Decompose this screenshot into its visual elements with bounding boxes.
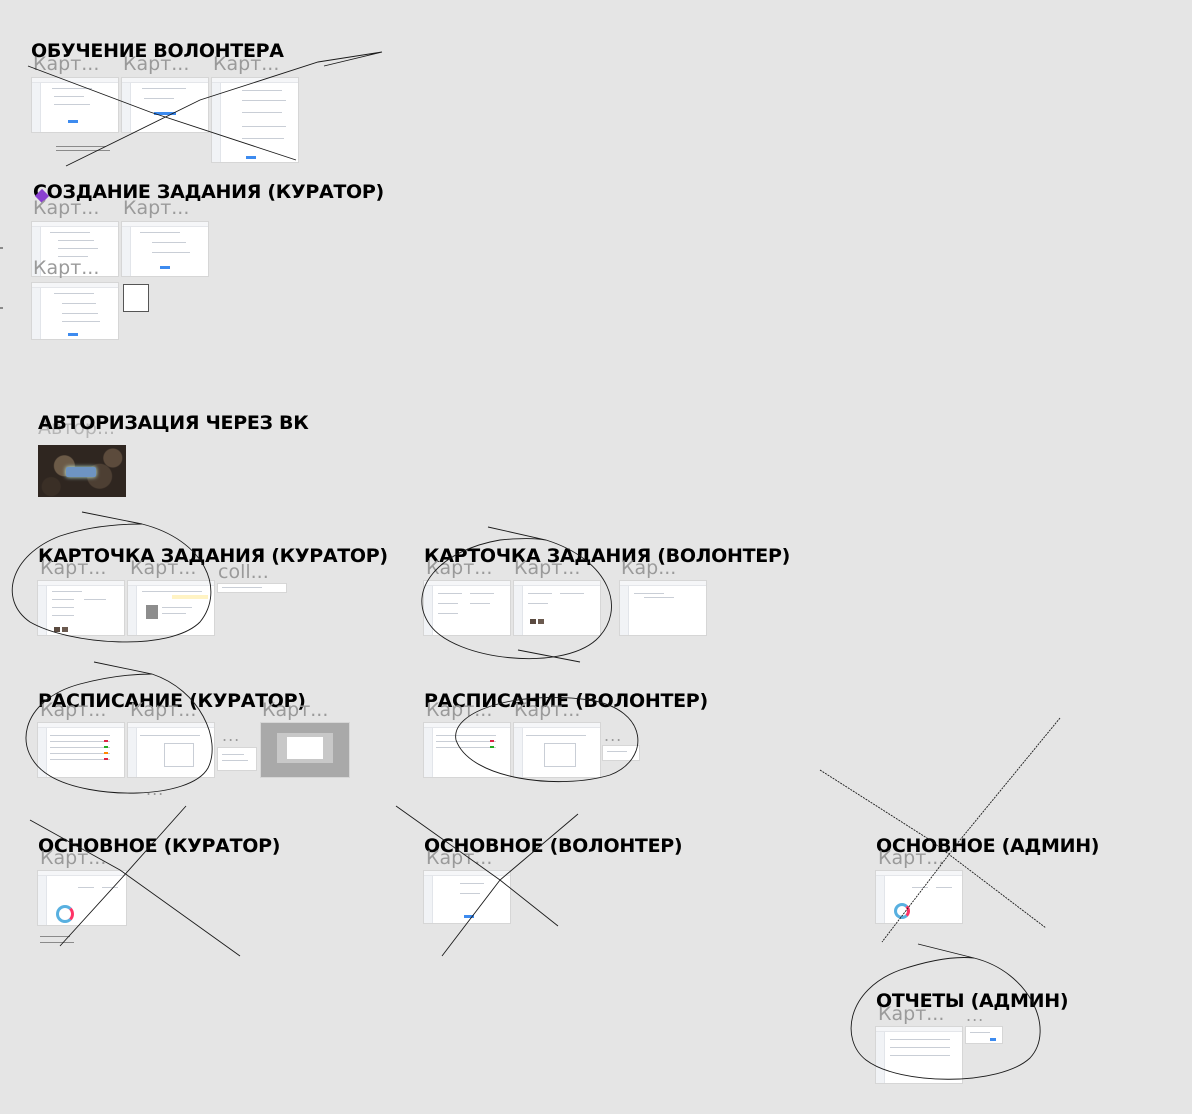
- sketch-note: [56, 146, 106, 147]
- frame-label[interactable]: Карт...: [33, 54, 99, 74]
- overflow-indicator[interactable]: ...: [146, 780, 164, 799]
- frame-thumbnail[interactable]: [876, 871, 962, 923]
- frame-thumbnail[interactable]: [212, 78, 298, 162]
- popup-thumbnail[interactable]: [123, 284, 149, 312]
- popup-thumbnail[interactable]: [966, 1027, 1002, 1043]
- sketch-note: [40, 942, 74, 943]
- frame-thumbnail[interactable]: [876, 1027, 962, 1083]
- frame-label[interactable]: Карт...: [514, 700, 580, 720]
- section-title-vk-auth: АВТОРИЗАЦИЯ ЧЕРЕЗ ВК: [38, 412, 309, 434]
- frame-thumbnail[interactable]: [38, 723, 124, 777]
- frame-thumbnail[interactable]: [424, 581, 510, 635]
- frame-thumbnail[interactable]: [514, 581, 600, 635]
- frame-label[interactable]: Карт...: [123, 198, 189, 218]
- frame-thumbnail[interactable]: [38, 871, 126, 925]
- frame-thumbnail[interactable]: [620, 581, 706, 635]
- frame-thumbnail[interactable]: [261, 723, 349, 777]
- sketch-note: [40, 936, 70, 937]
- frame-label[interactable]: Карт...: [33, 258, 99, 278]
- vk-login-button: [66, 467, 96, 477]
- frame-label[interactable]: Карт...: [40, 558, 106, 578]
- frame-label[interactable]: Карт...: [426, 700, 492, 720]
- frame-label[interactable]: Кар...: [621, 558, 676, 578]
- frame-thumbnail[interactable]: [128, 723, 214, 777]
- frame-thumbnail[interactable]: [424, 723, 510, 777]
- frame-thumbnail[interactable]: [38, 445, 126, 497]
- frame-thumbnail[interactable]: [128, 581, 214, 635]
- frame-thumbnail[interactable]: [424, 871, 510, 923]
- overflow-indicator[interactable]: ...: [604, 726, 622, 745]
- sketch-note: [56, 150, 110, 151]
- frame-label[interactable]: Карт...: [878, 1004, 944, 1024]
- frame-thumbnail[interactable]: [514, 723, 600, 777]
- frame-label[interactable]: Карт...: [40, 700, 106, 720]
- frame-label[interactable]: coll...: [218, 562, 269, 582]
- frame-label[interactable]: Карт...: [426, 848, 492, 868]
- frame-label[interactable]: Карт...: [426, 558, 492, 578]
- frame-label[interactable]: Карт...: [123, 54, 189, 74]
- sketch-stroke: [517, 649, 581, 663]
- overflow-indicator[interactable]: ...: [966, 1006, 984, 1025]
- frame-thumbnail[interactable]: [32, 283, 118, 339]
- frame-label[interactable]: Карт...: [262, 700, 328, 720]
- frame-label[interactable]: Карт...: [213, 54, 279, 74]
- overflow-indicator[interactable]: ...: [222, 726, 240, 745]
- component-thumbnail[interactable]: [218, 584, 286, 592]
- popup-thumbnail[interactable]: [218, 748, 256, 770]
- frame-label[interactable]: Карт...: [514, 558, 580, 578]
- frame-thumbnail[interactable]: [32, 78, 118, 132]
- frame-label[interactable]: Карт...: [878, 848, 944, 868]
- frame-label[interactable]: Карт...: [130, 700, 196, 720]
- frame-label[interactable]: Карт...: [33, 198, 99, 218]
- frame-thumbnail[interactable]: [122, 222, 208, 276]
- popup-thumbnail[interactable]: [603, 746, 639, 760]
- frame-label[interactable]: Карт...: [130, 558, 196, 578]
- frame-thumbnail[interactable]: [38, 581, 124, 635]
- frame-label[interactable]: Карт...: [40, 848, 106, 868]
- frame-thumbnail[interactable]: [122, 78, 208, 132]
